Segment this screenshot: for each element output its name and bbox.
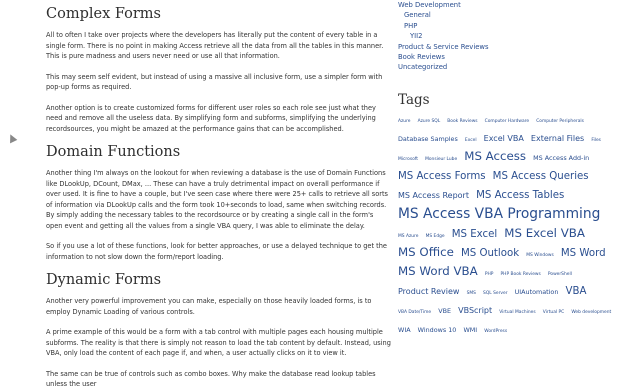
tag-link[interactable]: Microsoft (398, 157, 418, 162)
tag-link[interactable]: PHP (485, 272, 494, 277)
section-paragraph: So if you use a lot of these functions, … (46, 242, 387, 261)
tag-link[interactable]: WIA (398, 326, 411, 334)
category-list: Web Development General PHP YII2 Product… (398, 0, 626, 73)
tag-link[interactable]: VBScript (458, 306, 492, 315)
section-heading: Domain Functions (46, 144, 181, 160)
tag-link[interactable]: MS Excel (452, 229, 497, 240)
article-body: Complex Forms All to often I take over p… (46, 0, 391, 390)
section-paragraph: Another very powerful improvement you ca… (46, 297, 372, 316)
tag-link[interactable]: MS Windows (526, 253, 554, 258)
tag-link[interactable]: MS Office (398, 245, 454, 259)
tag-link[interactable]: MS Access Forms (398, 171, 486, 182)
tag-link[interactable]: MS Access Tables (476, 190, 564, 201)
section-paragraph: All to often I take over projects where … (46, 31, 384, 60)
tag-link[interactable]: WordPress (484, 329, 507, 334)
tag-link[interactable]: VBA Date/Time (398, 310, 431, 315)
tag-link[interactable]: VBE (438, 307, 451, 315)
tag-link[interactable]: MS Word (561, 248, 606, 259)
tag-cloud: Azure Azure SQL Book Reviews Computer Ha… (398, 109, 624, 338)
tag-link[interactable]: PowerShell (548, 272, 572, 277)
tag-link[interactable]: MS Azure (398, 234, 418, 239)
tag-link[interactable]: MS Access Queries (493, 171, 589, 182)
tag-link[interactable]: MS Outlook (461, 248, 519, 259)
category-link[interactable]: Web Development (398, 1, 461, 9)
tag-link[interactable]: MS Access (464, 149, 526, 163)
tag-link[interactable]: Virtual PC (543, 310, 564, 315)
tag-link[interactable]: Web development (571, 310, 611, 315)
tag-link[interactable]: External Files (531, 134, 584, 143)
tag-link[interactable]: Azure SQL (418, 119, 441, 124)
category-link[interactable]: YII2 (410, 32, 423, 40)
tag-link[interactable]: Excel (465, 138, 477, 143)
tag-link[interactable]: MS Word VBA (398, 264, 478, 278)
category-link[interactable]: Book Reviews (398, 53, 445, 61)
tag-link[interactable]: Product Review (398, 287, 459, 296)
category-link[interactable]: Uncategorized (398, 63, 447, 71)
tag-link[interactable]: Excel VBA (484, 134, 524, 143)
section-heading: Complex Forms (46, 6, 161, 22)
tag-link[interactable]: Azure (398, 119, 411, 124)
tag-link[interactable]: Monsieur Lube (425, 157, 457, 162)
tag-link[interactable]: MS Excel VBA (504, 226, 585, 240)
tag-link[interactable]: PHP Book Reviews (501, 272, 541, 277)
section-paragraph: A prime example of this would be a form … (46, 328, 391, 357)
section-paragraph: This may seem self evident, but instead … (46, 72, 383, 92)
section-paragraph: The same can be true of controls such as… (46, 369, 376, 389)
tag-link[interactable]: Database Samples (398, 135, 458, 143)
category-link[interactable]: PHP (404, 22, 417, 30)
tag-link[interactable]: MS Access Add-in (533, 154, 589, 162)
mouse-cursor-icon (6, 132, 18, 144)
tag-link[interactable]: Book Reviews (447, 119, 477, 124)
section-paragraph: Another option is to create customized f… (46, 103, 376, 133)
tags-heading: Tags (398, 92, 430, 108)
tag-link[interactable]: UIAutomation (515, 288, 559, 296)
category-link[interactable]: General (404, 11, 431, 19)
tag-link[interactable]: Files (591, 138, 601, 143)
tag-link[interactable]: SMS (467, 291, 476, 296)
tag-link[interactable]: VBA (566, 286, 587, 297)
tag-link[interactable]: MS Access VBA Programming (398, 206, 600, 222)
tag-link[interactable]: Windows 10 (418, 326, 457, 334)
tag-link[interactable]: MS Access Report (398, 191, 469, 200)
category-link[interactable]: Product & Service Reviews (398, 43, 489, 51)
tag-link[interactable]: Virtual Machines (499, 310, 535, 315)
tag-link[interactable]: MS Edge (426, 234, 445, 239)
section-heading: Dynamic Forms (46, 272, 162, 288)
sidebar: Web Development General PHP YII2 Product… (398, 0, 626, 334)
tag-link[interactable]: SQL Server (483, 291, 507, 296)
tag-link[interactable]: WMI (463, 326, 477, 334)
tag-link[interactable]: Computer Hardware (485, 119, 529, 124)
section-paragraph: Another thing I'm always on the lookout … (46, 169, 388, 230)
tag-link[interactable]: Computer Peripherals (536, 119, 584, 124)
